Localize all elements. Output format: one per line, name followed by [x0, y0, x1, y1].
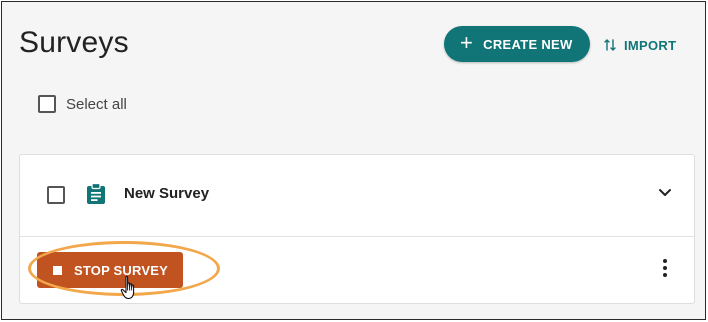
- more-vertical-icon[interactable]: [661, 258, 669, 278]
- import-button[interactable]: IMPORT: [604, 35, 676, 55]
- survey-name[interactable]: New Survey: [124, 185, 209, 202]
- create-new-label: CREATE NEW: [483, 36, 573, 52]
- surveys-panel: Surveys + CREATE NEW IMPORT Select all N…: [1, 1, 706, 320]
- create-new-button[interactable]: + CREATE NEW: [444, 26, 590, 62]
- stop-survey-button[interactable]: STOP SURVEY: [37, 252, 183, 288]
- card-divider: [20, 236, 694, 237]
- select-all[interactable]: Select all: [38, 95, 127, 113]
- chevron-down-icon[interactable]: [658, 188, 672, 198]
- stop-square-icon: [53, 265, 62, 275]
- survey-row-checkbox[interactable]: [47, 186, 65, 204]
- hand-pointer-cursor: [120, 275, 135, 300]
- page-title: Surveys: [19, 26, 129, 59]
- select-all-checkbox[interactable]: [38, 95, 56, 113]
- clipboard-icon: [87, 183, 105, 204]
- select-all-label: Select all: [66, 95, 127, 113]
- plus-icon: +: [460, 30, 474, 55]
- swap-vertical-icon: [604, 39, 616, 51]
- import-label: IMPORT: [624, 37, 677, 53]
